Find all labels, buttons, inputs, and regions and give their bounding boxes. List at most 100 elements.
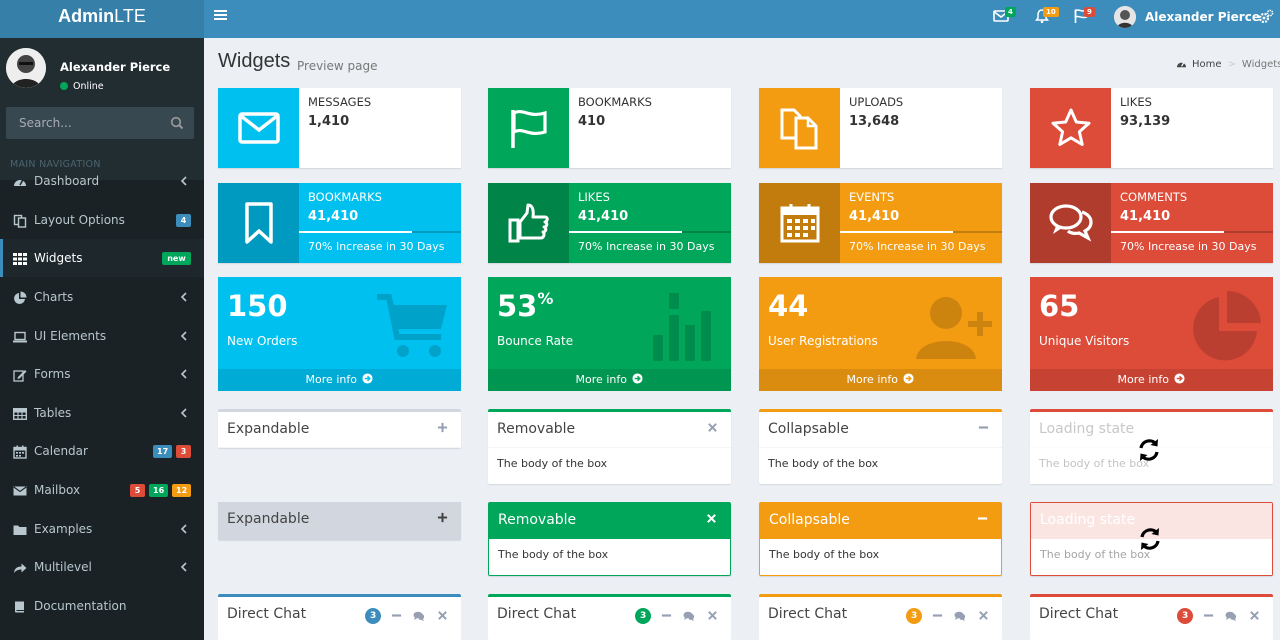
sidebar-item-forms[interactable]: Forms [0, 355, 204, 393]
sidebar-toggle-icon[interactable] [214, 8, 234, 28]
small-box: 53% Bounce Rate More info [488, 277, 731, 391]
more-info-link[interactable]: More info [1030, 369, 1273, 391]
user-plus-icon [916, 291, 992, 361]
box-solid: Expandable [218, 502, 461, 540]
progress-bar [1111, 231, 1273, 233]
minus-icon[interactable] [978, 422, 990, 434]
box-title: Removable [497, 421, 576, 437]
more-info-link[interactable]: More info [218, 369, 461, 391]
info-box-label: Messages [308, 95, 372, 109]
sidebar-item-layout-options[interactable]: Layout Options 4 [0, 201, 204, 239]
gears-icon[interactable] [1258, 9, 1274, 25]
sidebar-badge: 12 [172, 484, 191, 497]
plus-icon[interactable] [437, 422, 449, 434]
sidebar-item-ui-elements[interactable]: UI Elements [0, 317, 204, 355]
box-header: Collapsable [760, 503, 1001, 539]
box-title: Direct Chat [1039, 606, 1119, 622]
search-input[interactable] [6, 107, 166, 139]
tasks-menu[interactable]: 9 [1073, 6, 1095, 28]
box-title: Expandable [227, 421, 310, 437]
bookmark-icon [218, 183, 299, 263]
minus-icon[interactable] [932, 610, 944, 622]
times-icon[interactable] [1249, 610, 1261, 622]
progress-fill [569, 231, 683, 233]
info-box: Messages 1,410 [218, 88, 461, 168]
info-box: Uploads 13,648 [759, 88, 1002, 168]
comments-icon[interactable] [413, 610, 425, 622]
times-icon[interactable] [978, 610, 990, 622]
comments-icon[interactable] [1225, 610, 1237, 622]
progress-description: 70% Increase in 30 Days [578, 240, 715, 253]
info-box-value: 41,410 [578, 209, 629, 224]
minus-icon[interactable] [1203, 610, 1215, 622]
chevron-left-icon [180, 176, 188, 186]
logo[interactable]: AdminLTE [0, 0, 204, 38]
chat-count-badge: 3 [635, 608, 652, 624]
user-menu[interactable]: Alexander Pierce [1114, 5, 1260, 29]
user-panel: Alexander Pierce Online [6, 48, 206, 92]
search-icon[interactable] [170, 116, 184, 130]
more-info-label: More info [1117, 373, 1169, 386]
chevron-left-icon [180, 331, 188, 341]
box-solid: Loading stateThe body of the box [1030, 502, 1273, 576]
sidebar-item-charts[interactable]: Charts [0, 278, 204, 316]
comments-icon[interactable] [954, 610, 966, 622]
sidebar-item-tables[interactable]: Tables [0, 394, 204, 432]
sidebar-item-label: Calendar [34, 444, 88, 458]
more-info-link[interactable]: More info [759, 369, 1002, 391]
star-icon [1030, 88, 1111, 168]
times-icon[interactable] [707, 610, 719, 622]
sidebar-item-mailbox[interactable]: Mailbox 12 16 5 [0, 471, 204, 509]
times-icon[interactable] [707, 422, 719, 434]
more-info-link[interactable]: More info [488, 369, 731, 391]
arrow-circle-right-icon [632, 373, 643, 384]
direct-chat-box: Direct Chat 3 [218, 594, 461, 640]
sidebar-item-examples[interactable]: Examples [0, 510, 204, 548]
progress-bar [569, 231, 731, 233]
box-solid: Removable The body of the box [488, 502, 731, 576]
sidebar-item-dashboard[interactable]: Dashboard [0, 162, 204, 200]
sidebar-badge: 17 [153, 445, 172, 458]
sidebar-item-multilevel[interactable]: Multilevel [0, 548, 204, 586]
messages-menu[interactable]: 4 [993, 6, 1016, 28]
minus-icon[interactable] [661, 610, 673, 622]
thumbs-up-icon [488, 183, 569, 263]
minus-icon[interactable] [391, 610, 403, 622]
plus-icon[interactable] [437, 512, 449, 524]
edit-icon [13, 368, 27, 382]
times-icon[interactable] [706, 513, 718, 525]
notifications-menu[interactable]: 10 [1034, 6, 1059, 28]
info-box-label: Bookmarks [578, 95, 652, 109]
info-box-label: Events [849, 190, 895, 204]
small-box: 65 Unique Visitors More info [1030, 277, 1273, 391]
times-icon[interactable] [437, 610, 449, 622]
comments-icon[interactable] [683, 610, 695, 622]
sidebar-item-calendar[interactable]: Calendar 3 17 [0, 432, 204, 470]
small-box: 150 New Orders More info [218, 277, 461, 391]
breadcrumb-home[interactable]: Home [1192, 59, 1222, 70]
breadcrumb: Home > Widgets [1176, 59, 1280, 70]
sidebar-search [6, 107, 194, 139]
notifications-badge: 10 [1043, 7, 1059, 17]
bar-chart-icon [645, 291, 721, 361]
chevron-left-icon [180, 408, 188, 418]
more-info-label: More info [575, 373, 627, 386]
box-title: Direct Chat [227, 606, 307, 622]
sidebar-item-widgets[interactable]: Widgets new [0, 239, 204, 277]
small-box-label: Bounce Rate [497, 334, 574, 348]
sidebar-item-label: UI Elements [34, 329, 107, 343]
chat-count-badge: 3 [365, 608, 382, 624]
online-dot-icon [60, 82, 68, 90]
sidebar-badge: new [162, 252, 191, 265]
info-box-value: 41,410 [849, 209, 900, 224]
box-body: The body of the box [498, 548, 609, 561]
breadcrumb-separator: > [1227, 59, 1236, 70]
arrow-circle-right-icon [362, 373, 373, 384]
sidebar-item-documentation[interactable]: Documentation [0, 587, 204, 625]
info-box-filled: Comments 41,410 70% Increase in 30 Days [1030, 183, 1273, 263]
info-box-filled: Events 41,410 70% Increase in 30 Days [759, 183, 1002, 263]
minus-icon[interactable] [977, 513, 989, 525]
box-header: Collapsable [759, 412, 1002, 448]
dashboard-icon [1176, 62, 1187, 68]
breadcrumb-current: Widgets [1241, 59, 1280, 70]
